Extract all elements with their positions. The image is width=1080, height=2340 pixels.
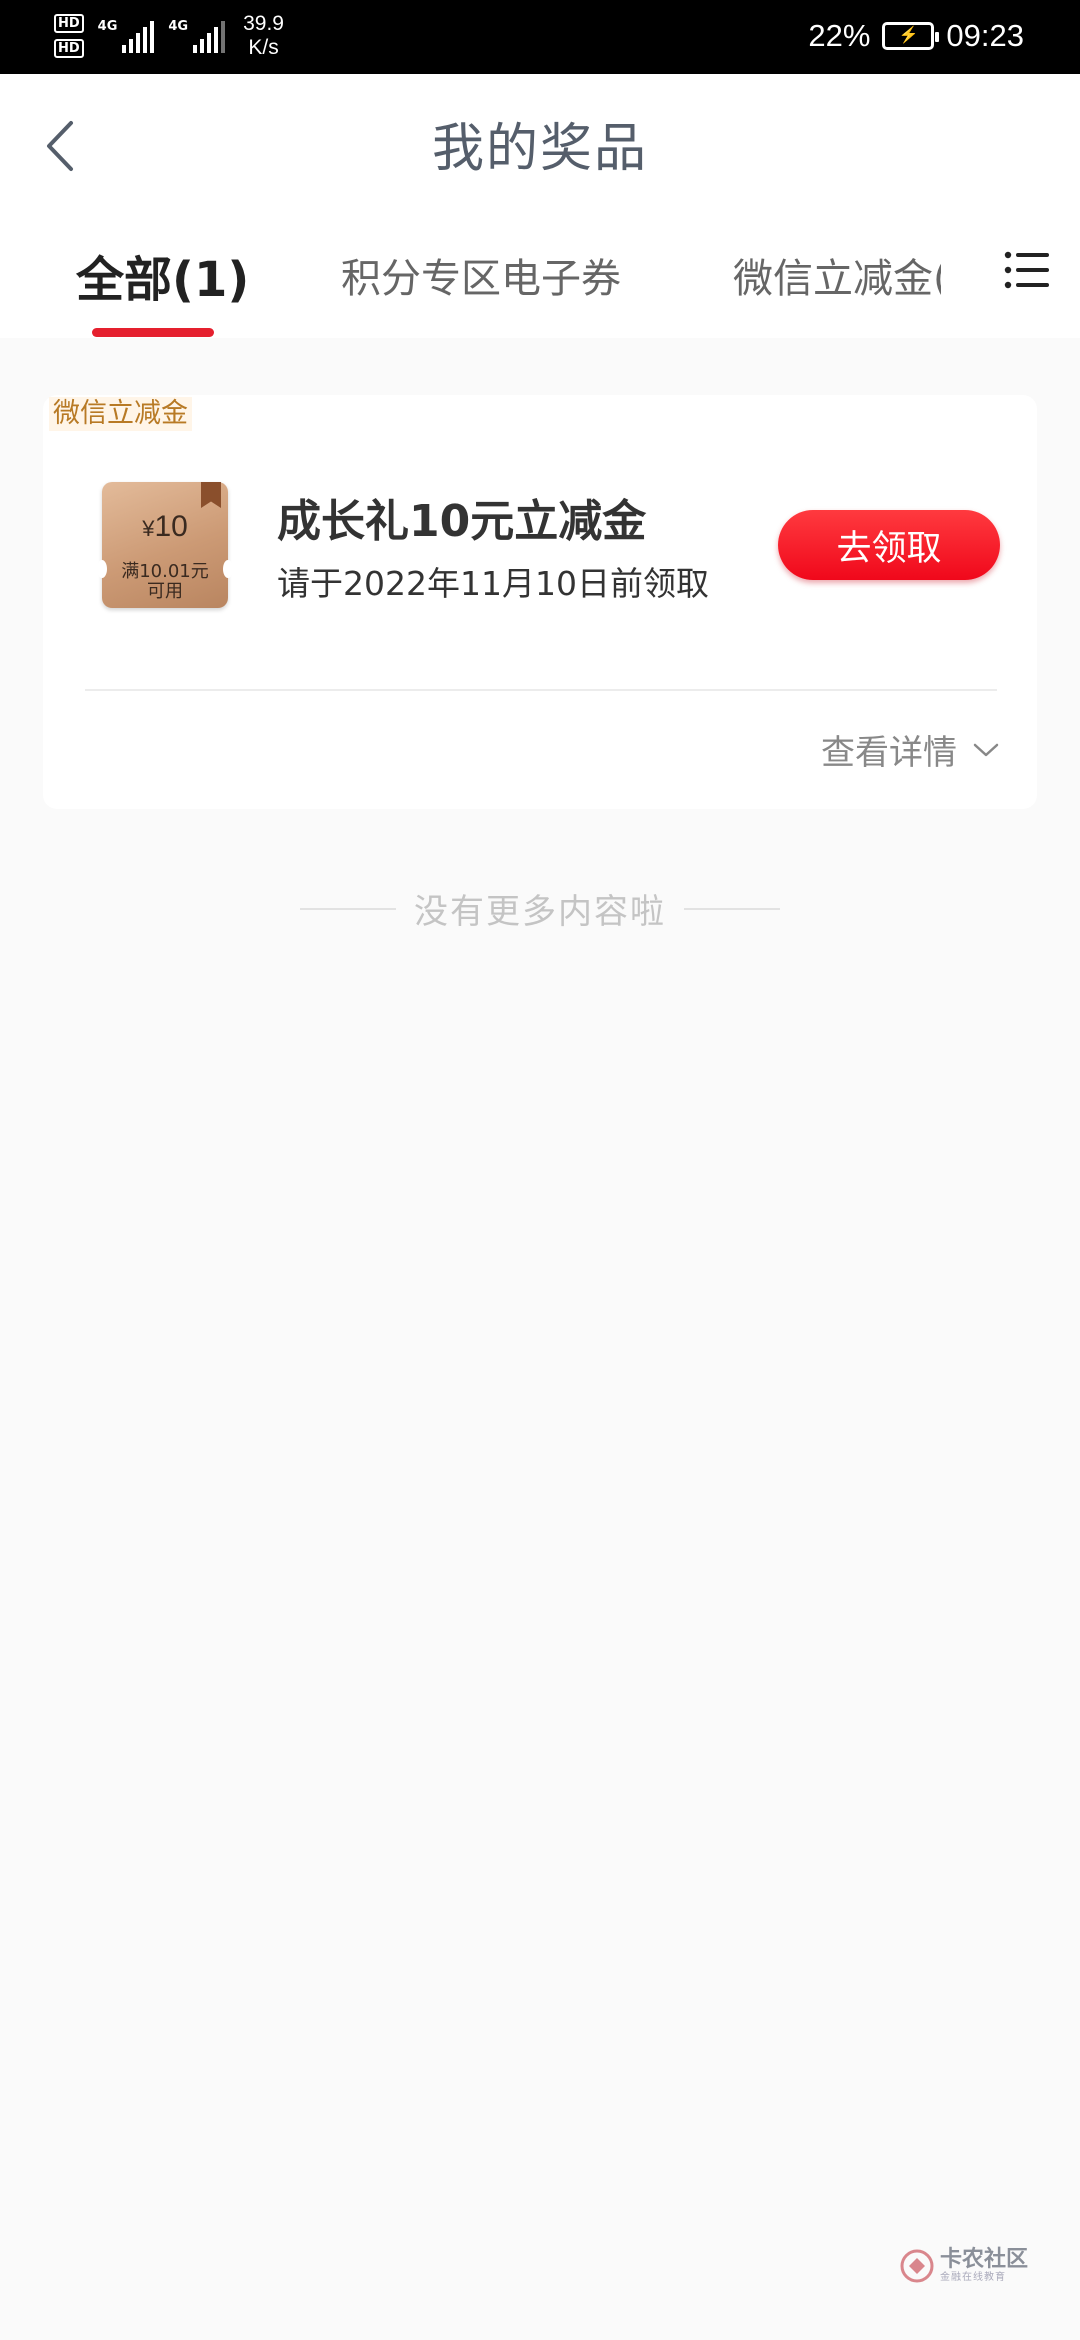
tab-all[interactable]: 全部(1)	[76, 240, 249, 310]
battery-charging-icon: ⚡	[882, 22, 940, 50]
network-type: 4G	[97, 19, 118, 34]
coupon-condition: 满10.01元 可用	[102, 562, 228, 602]
view-details-label: 查看详情	[821, 733, 957, 773]
clock: 09:23	[946, 18, 1024, 53]
coupon-condition-line1: 满10.01元	[121, 561, 209, 582]
network-type: 4G	[168, 19, 189, 34]
divider-line	[300, 907, 396, 910]
signal-icon: 4G	[168, 19, 226, 53]
speed-value: 39.9	[243, 12, 284, 35]
page-title: 我的奖品	[431, 119, 648, 179]
battery-percent: 22%	[808, 18, 871, 53]
speed-unit: K/s	[248, 36, 279, 59]
watermark: 卡农社区 金融在线教育	[900, 2248, 1028, 2284]
tab-wechat-discount[interactable]: 微信立减金(	[733, 246, 941, 304]
coupon-icon: ¥10 满10.01元 可用	[97, 482, 233, 608]
coupon-amount: ¥10	[102, 510, 228, 544]
status-left: HD HD 4G 4G 39.9 K/s	[54, 12, 284, 60]
watermark-sub: 金融在线教育	[940, 2272, 1006, 2283]
status-bar: HD HD 4G 4G 39.9 K/s 22% ⚡ 09:23	[0, 0, 1080, 74]
network-speed: 39.9 K/s	[243, 12, 284, 60]
status-right: 22% ⚡ 09:23	[808, 18, 1024, 54]
coupon-value: 10	[154, 510, 188, 543]
card-divider	[85, 689, 997, 691]
divider-line	[684, 907, 780, 910]
prize-name: 成长礼10元立减金	[277, 496, 647, 547]
list-end-text: 没有更多内容啦	[414, 892, 666, 932]
hd-badge: HD	[54, 39, 84, 58]
hd-badge: HD	[54, 14, 84, 33]
tab-points-coupons[interactable]: 积分专区电子券	[341, 246, 621, 304]
active-tab-indicator	[92, 328, 214, 337]
view-details-button[interactable]: 查看详情	[821, 725, 999, 774]
coupon-currency: ¥	[142, 516, 155, 541]
kanong-logo-icon	[900, 2249, 934, 2283]
coupon-condition-line2: 可用	[147, 581, 183, 602]
prize-deadline: 请于2022年11月10日前领取	[277, 564, 709, 603]
list-end-indicator: 没有更多内容啦	[0, 884, 1080, 933]
prize-category-tag: 微信立减金	[49, 397, 192, 431]
header: 我的奖品 全部(1) 积分专区电子券 微信立减金(	[0, 74, 1080, 338]
watermark-text: 卡农社区 金融在线教育	[940, 2248, 1028, 2284]
chevron-down-icon	[973, 743, 999, 756]
watermark-main: 卡农社区	[940, 2247, 1029, 2272]
bookmark-icon	[201, 482, 221, 508]
signal-icon: 4G	[98, 19, 155, 53]
hd-indicators: HD HD	[54, 14, 84, 58]
list-menu-icon[interactable]	[1004, 250, 1050, 290]
prize-card: 微信立减金 ¥10 满10.01元 可用 成长礼10元立减金 请于2022年11…	[43, 395, 1037, 809]
claim-button[interactable]: 去领取	[778, 510, 1000, 580]
